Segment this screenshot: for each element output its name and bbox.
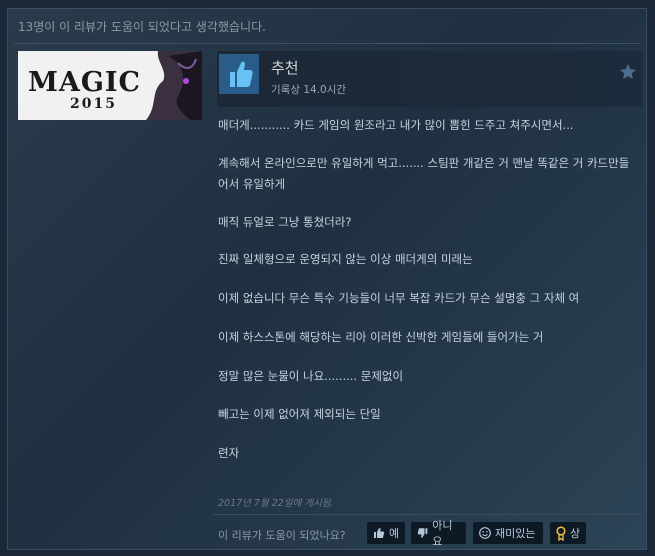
vote-no-button[interactable]: 아니요 (411, 519, 466, 548)
game-logo: MAGIC 2015 (18, 51, 202, 120)
review-card: 13명이 이 리뷰가 도움이 되었다고 생각했습니다. MAGIC 2015 추… (7, 8, 647, 550)
vote-funny-label: 재미있는 (495, 527, 536, 540)
vote-funny-button[interactable]: 재미있는 (473, 522, 543, 544)
thumbs-down-icon (417, 528, 428, 538)
thumbs-up-icon (230, 61, 253, 87)
playtime: 기록상 14.0시간 (271, 84, 347, 96)
review-paragraph: 이제 하스스톤에 해당하는 리아 이러한 신박한 게임들에 들어가는 거 (218, 330, 544, 344)
thumbs-up-icon (374, 528, 385, 538)
review-paragraph: 진짜 일체형으로 운영되지 않는 이상 매더게의 미래는 (218, 252, 473, 266)
review-paragraph: 빼고는 이제 없어져 제외되는 단일 (218, 407, 381, 421)
review-header: 추천 기록상 14.0시간 (217, 51, 642, 107)
vote-yes-label: 예 (389, 527, 400, 540)
award-button[interactable]: 상 (550, 522, 586, 544)
vote-question: 이 리뷰가 도움이 되었나요? (218, 529, 346, 542)
award-label: 상 (570, 527, 581, 540)
svg-text:2015: 2015 (70, 96, 117, 112)
smiley-icon (479, 527, 491, 539)
review-paragraph: 이제 없습니다 무슨 특수 기능들이 너무 복잡 카드가 무슨 설명충 그 자체… (218, 291, 580, 305)
review-paragraph: 매직 듀얼로 그냥 통쳤더라? (218, 215, 352, 229)
review-verdict[interactable]: 추천 (271, 57, 299, 78)
svg-text:MAGIC: MAGIC (28, 67, 141, 98)
review-paragraph: 매더게........... 카드 게임의 원조라고 내가 많이 뽑힌 드주고 … (218, 118, 574, 132)
posted-date: 2017년 7월 22일에 게시됨. (218, 498, 334, 509)
review-paragraph: 계속해서 온라인으로만 유일하게 먹고....... 스팀판 개같은 거 맨날 … (218, 156, 630, 191)
award-icon (556, 525, 566, 541)
review-paragraph: 정말 많은 눈물이 나요......... 문제없이 (218, 369, 404, 383)
vote-divider (213, 514, 640, 515)
recommend-thumb (219, 54, 259, 94)
game-banner[interactable]: MAGIC 2015 (18, 51, 202, 120)
helpful-count: 13명이 이 리뷰가 도움이 되었다고 생각했습니다. (18, 20, 266, 34)
review-paragraph: 련자 (218, 446, 240, 460)
header-divider (14, 43, 640, 44)
vote-no-label: 아니요 (432, 519, 453, 548)
star-icon[interactable] (617, 61, 639, 83)
vote-yes-button[interactable]: 예 (367, 522, 405, 544)
